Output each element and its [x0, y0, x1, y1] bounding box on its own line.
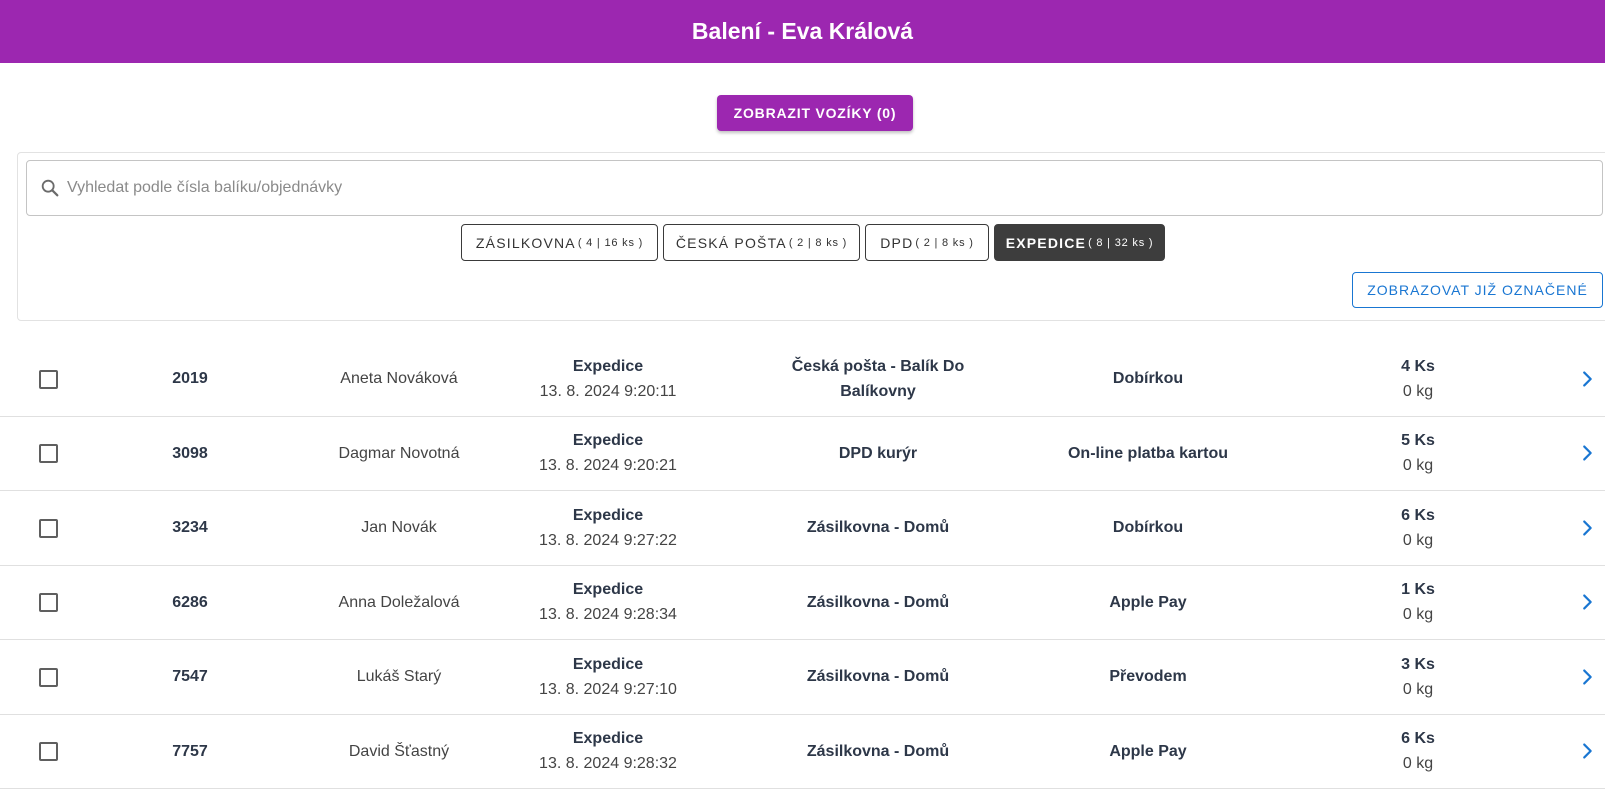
chevron-right-icon[interactable] [1576, 666, 1598, 688]
item-weight: 0 kg [1402, 680, 1434, 698]
status-label: Expedice [572, 730, 644, 748]
customer-name: Jan Novák [361, 519, 437, 537]
table-row[interactable]: 6286 Anna Doležalová Expedice 13. 8. 202… [0, 566, 1605, 640]
order-quantity: 1 Ks 0 kg [1338, 566, 1498, 640]
carrier: Zásilkovna - Domů [806, 519, 950, 537]
customer-name: Anna Doležalová [338, 593, 460, 611]
tab-label: ČESKÁ POŠTA [675, 234, 787, 251]
tab-dpd[interactable]: DPD ( 2 | 8 ks ) [865, 224, 989, 261]
item-count: 6 Ks [1401, 506, 1435, 524]
row-checkbox[interactable] [39, 518, 58, 538]
row-checkbox[interactable] [39, 742, 58, 762]
order-id: 6286 [172, 593, 208, 611]
order-quantity: 5 Ks 0 kg [1338, 417, 1498, 491]
item-count: 6 Ks [1401, 730, 1435, 748]
item-count: 4 Ks [1401, 357, 1435, 375]
order-quantity: 6 Ks 0 kg [1338, 491, 1498, 565]
tab-expedice[interactable]: EXPEDICE ( 8 | 32 ks ) [994, 224, 1165, 261]
order-quantity: 6 Ks 0 kg [1338, 715, 1498, 789]
item-count: 5 Ks [1401, 432, 1435, 450]
status-date: 13. 8. 2024 9:28:32 [539, 755, 677, 773]
order-quantity: 4 Ks 0 kg [1338, 342, 1498, 416]
item-count: 1 Ks [1401, 581, 1435, 599]
order-id: 3098 [172, 444, 208, 462]
table-row[interactable]: 7757 David Šťastný Expedice 13. 8. 2024 … [0, 715, 1605, 789]
tab-label: EXPEDICE [1005, 234, 1087, 251]
order-status: Expedice 13. 8. 2024 9:28:32 [508, 715, 708, 789]
chevron-right-icon[interactable] [1576, 740, 1598, 762]
payment-method: Převodem [1109, 668, 1187, 686]
payment-method: Apple Pay [1109, 742, 1187, 760]
search-input[interactable] [67, 179, 1602, 197]
order-id: 2019 [172, 370, 208, 388]
tab-count: ( 4 | 16 ks ) [577, 236, 644, 249]
chevron-right-icon[interactable] [1576, 517, 1598, 539]
search-icon [41, 179, 59, 197]
customer-name: Aneta Nováková [340, 370, 458, 388]
tab-ceska-posta[interactable]: ČESKÁ POŠTA ( 2 | 8 ks ) [663, 224, 860, 261]
table-row[interactable]: 2019 Aneta Nováková Expedice 13. 8. 2024… [0, 342, 1605, 417]
chevron-right-icon[interactable] [1576, 591, 1598, 613]
table-row[interactable]: 3234 Jan Novák Expedice 13. 8. 2024 9:27… [0, 491, 1605, 566]
row-checkbox[interactable] [39, 667, 58, 687]
carrier-tabs: ZÁSILKOVNA ( 4 | 16 ks ) ČESKÁ POŠTA ( 2… [461, 224, 1165, 261]
row-checkbox[interactable] [39, 369, 58, 389]
status-date: 13. 8. 2024 9:28:34 [539, 606, 677, 624]
tab-label: ZÁSILKOVNA [475, 234, 576, 251]
tab-count: ( 8 | 32 ks ) [1088, 236, 1154, 249]
status-date: 13. 8. 2024 9:27:22 [539, 531, 677, 549]
status-date: 13. 8. 2024 9:20:11 [539, 382, 677, 400]
order-quantity: 3 Ks 0 kg [1338, 640, 1498, 714]
customer-name: Dagmar Novotná [338, 444, 460, 462]
tab-count: ( 2 | 8 ks ) [915, 236, 974, 249]
tab-zasilkovna[interactable]: ZÁSILKOVNA ( 4 | 16 ks ) [461, 224, 658, 261]
order-id: 7547 [172, 668, 208, 686]
customer-name: Lukáš Starý [356, 668, 442, 686]
carrier: Česká pošta - Balík Do Balíkovny [791, 357, 965, 400]
payment-method: On-line platba kartou [1067, 444, 1228, 462]
item-weight: 0 kg [1402, 531, 1434, 549]
order-status: Expedice 13. 8. 2024 9:27:10 [508, 640, 708, 714]
status-date: 13. 8. 2024 9:20:21 [539, 457, 677, 475]
row-checkbox[interactable] [39, 593, 58, 613]
order-list: 2019 Aneta Nováková Expedice 13. 8. 2024… [0, 342, 1605, 789]
table-row[interactable]: 3098 Dagmar Novotná Expedice 13. 8. 2024… [0, 417, 1605, 491]
status-date: 13. 8. 2024 9:27:10 [539, 680, 677, 698]
carrier: Zásilkovna - Domů [806, 668, 950, 686]
row-checkbox[interactable] [39, 444, 58, 464]
status-label: Expedice [572, 432, 644, 450]
item-weight: 0 kg [1402, 382, 1434, 400]
item-count: 3 Ks [1401, 655, 1435, 673]
payment-method: Dobírkou [1112, 370, 1184, 388]
order-status: Expedice 13. 8. 2024 9:20:11 [508, 342, 708, 416]
chevron-right-icon[interactable] [1576, 368, 1598, 390]
order-id: 7757 [172, 742, 208, 760]
status-label: Expedice [572, 506, 644, 524]
order-status: Expedice 13. 8. 2024 9:20:21 [508, 417, 708, 491]
app-bar: Balení - Eva Králová [0, 0, 1605, 63]
tab-label: DPD [880, 234, 914, 251]
carrier: Zásilkovna - Domů [806, 742, 950, 760]
carrier: DPD kurýr [838, 444, 918, 462]
status-label: Expedice [572, 655, 644, 673]
payment-method: Dobírkou [1112, 519, 1184, 537]
chevron-right-icon[interactable] [1576, 442, 1598, 464]
search-field[interactable] [26, 160, 1603, 216]
item-weight: 0 kg [1402, 606, 1434, 624]
show-marked-button[interactable]: ZOBRAZOVAT JIŽ OZNAČENÉ [1352, 272, 1603, 308]
carrier: Zásilkovna - Domů [806, 593, 950, 611]
item-weight: 0 kg [1402, 457, 1434, 475]
show-carts-button[interactable]: ZOBRAZIT VOZÍKY (0) [717, 95, 913, 131]
order-status: Expedice 13. 8. 2024 9:28:34 [508, 566, 708, 640]
tab-count: ( 2 | 8 ks ) [788, 236, 848, 249]
order-id: 3234 [172, 519, 208, 537]
customer-name: David Šťastný [348, 742, 450, 760]
item-weight: 0 kg [1402, 755, 1434, 773]
status-label: Expedice [572, 357, 644, 375]
payment-method: Apple Pay [1109, 593, 1187, 611]
page-title: Balení - Eva Králová [691, 18, 914, 44]
status-label: Expedice [572, 581, 644, 599]
table-row[interactable]: 7547 Lukáš Starý Expedice 13. 8. 2024 9:… [0, 640, 1605, 715]
order-status: Expedice 13. 8. 2024 9:27:22 [508, 491, 708, 565]
